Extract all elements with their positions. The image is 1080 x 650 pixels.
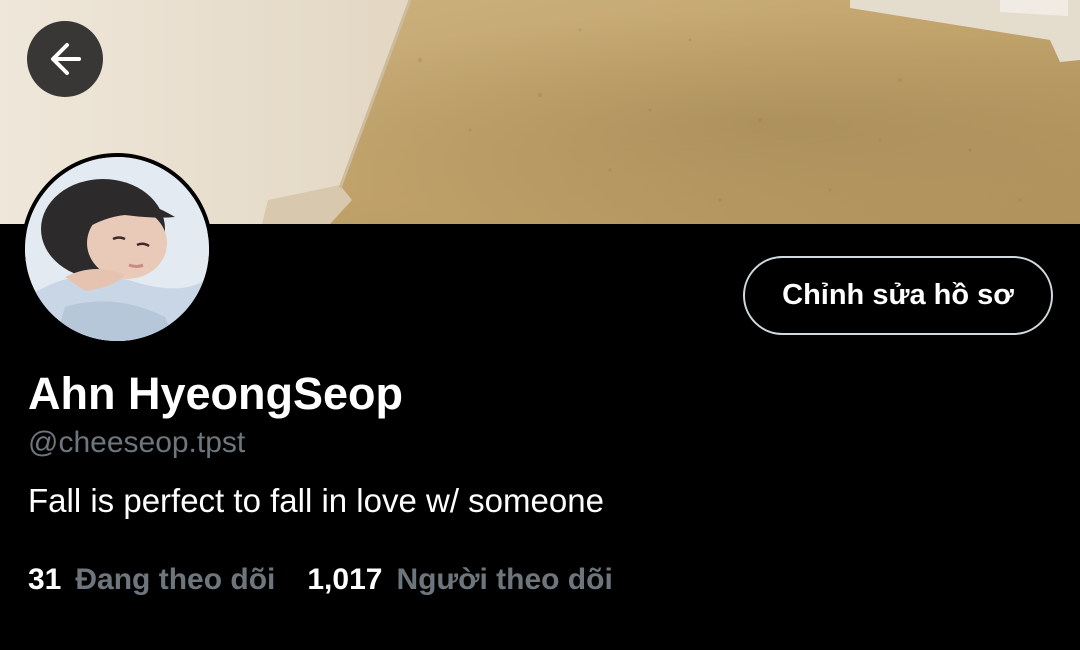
followers-label: Người theo dõi bbox=[396, 563, 613, 596]
followers-stat-link[interactable]: 1,017 Người theo dõi bbox=[307, 563, 612, 597]
avatar[interactable] bbox=[21, 153, 213, 345]
back-button[interactable] bbox=[27, 21, 103, 97]
avatar-photo bbox=[25, 157, 209, 341]
username: @cheeseop.tpst bbox=[28, 426, 246, 459]
following-label: Đang theo dõi bbox=[75, 563, 276, 596]
following-stat-link[interactable]: 31 Đang theo dõi bbox=[28, 563, 275, 597]
following-count: 31 bbox=[28, 563, 62, 596]
edit-profile-button-label: Chỉnh sửa hồ sơ bbox=[782, 279, 1014, 311]
bio: Fall is perfect to fall in love w/ someo… bbox=[28, 482, 604, 519]
profile-stats: 31 Đang theo dõi 1,017 Người theo dõi bbox=[28, 563, 613, 597]
display-name: Ahn HyeongSeop bbox=[28, 368, 404, 419]
avatar-photo-graphic bbox=[25, 157, 209, 341]
arrow-left-icon bbox=[51, 43, 81, 75]
edit-profile-button[interactable]: Chỉnh sửa hồ sơ bbox=[743, 256, 1053, 335]
profile-screen: Chỉnh sửa hồ sơ Ahn HyeongSeop @cheeseop… bbox=[0, 0, 1080, 650]
followers-count: 1,017 bbox=[307, 563, 383, 596]
